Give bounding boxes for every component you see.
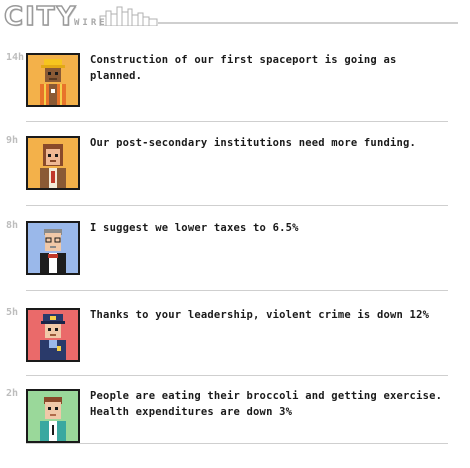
feed-item: 8h I suggest we lower taxes to 6.5% xyxy=(0,218,470,288)
feed-item-time: 5h xyxy=(6,307,19,318)
feed-item: 9h Our post-secondary institutions need … xyxy=(0,133,470,203)
construction-worker-icon xyxy=(26,53,80,107)
feed-item-time: 9h xyxy=(6,135,19,146)
feed-item-time: 2h xyxy=(6,388,19,399)
logo-wire-text: WIRE xyxy=(74,18,108,28)
professor-icon xyxy=(26,136,80,190)
feed-item-time: 14h xyxy=(6,52,25,63)
feed-divider xyxy=(26,290,448,291)
feed-divider xyxy=(26,205,448,206)
feed-item-text: Thanks to your leadership, violent crime… xyxy=(90,309,430,321)
feed-item-text: People are eating their broccoli and get… xyxy=(90,390,443,418)
feed-item: 5h Thanks to your leadership, violent cr… xyxy=(0,305,470,375)
feed-divider xyxy=(26,375,448,376)
businessman-icon xyxy=(26,221,80,275)
city-wire-header: CITY WIRE xyxy=(0,0,470,34)
logo-city-text: CITY xyxy=(3,2,78,32)
feed-item: 14h Construction of our first spaceport … xyxy=(0,50,470,120)
feed-item: 2h People are eating their broccoli and … xyxy=(0,386,470,456)
header-rule xyxy=(158,22,458,24)
feed-item-time: 8h xyxy=(6,220,19,231)
police-officer-icon xyxy=(26,308,80,362)
feed-item-text: Our post-secondary institutions need mor… xyxy=(90,137,417,149)
feed-divider xyxy=(26,443,448,444)
doctor-icon xyxy=(26,389,80,443)
feed-item-text: I suggest we lower taxes to 6.5% xyxy=(90,222,299,234)
feed-divider xyxy=(26,121,448,122)
feed-item-text: Construction of our first spaceport is g… xyxy=(90,54,397,82)
